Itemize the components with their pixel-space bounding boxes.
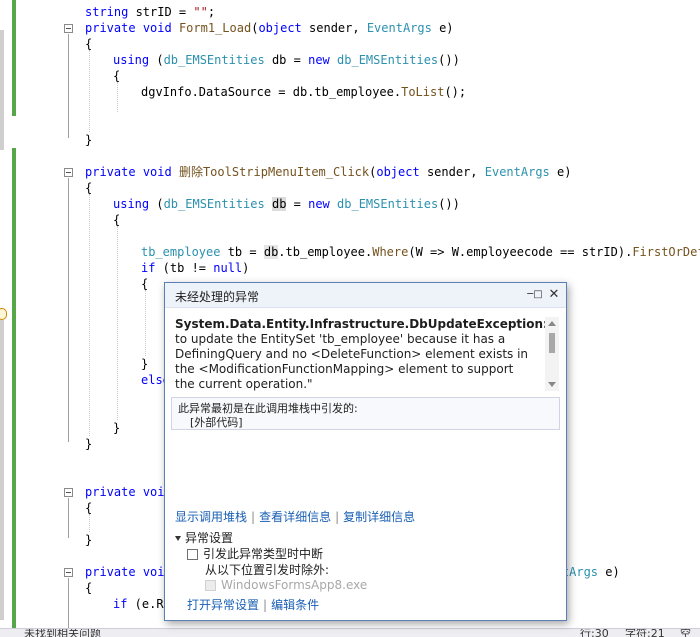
code-line[interactable]: private void 删除ToolStripMenuItem_Click(o…: [85, 164, 571, 180]
scroll-marker: [0, 320, 4, 620]
settings-links: 打开异常设置 | 编辑条件: [187, 598, 320, 612]
code-line[interactable]: using (db_EMSEntities db = new db_EMSEnt…: [113, 52, 460, 68]
indent-guide: [145, 290, 146, 356]
break-when-thrown-option[interactable]: 引发此异常类型时中断: [187, 545, 323, 562]
dialog-title-bar[interactable]: 未经处理的异常 ─□ ✕: [165, 283, 566, 308]
code-line[interactable]: {: [141, 276, 148, 292]
change-indicator: [12, 0, 16, 116]
app-exclusion-label: WindowsFormsApp8.exe: [221, 578, 368, 592]
fold-line: [68, 34, 69, 138]
app-exclusion-option: WindowsFormsApp8.exe: [205, 578, 367, 592]
exception-settings-label: 异常设置: [185, 531, 234, 545]
call-stack-item[interactable]: [外部代码]: [190, 414, 243, 430]
code-line[interactable]: tb_employee tb = db.tb_employee.Where(W …: [141, 244, 700, 260]
collapse-triangle-icon[interactable]: [175, 536, 181, 541]
edit-conditions-link[interactable]: 编辑条件: [271, 598, 319, 612]
code-line[interactable]: {: [85, 180, 92, 196]
pin-icon[interactable]: ─□: [526, 286, 544, 304]
except-when-from-label: 从以下位置引发时除外:: [205, 563, 330, 577]
show-call-stack-link[interactable]: 显示调用堆栈: [175, 510, 247, 524]
exception-message-box[interactable]: System.Data.Entity.Infrastructure.DbUpda…: [175, 317, 559, 391]
code-line[interactable]: dgvInfo.DataSource = db.tb_employee.ToLi…: [141, 84, 466, 100]
dialog-title: 未经处理的异常: [175, 290, 260, 304]
code-line[interactable]: {: [85, 580, 92, 596]
app-exclusion-checkbox: [205, 580, 216, 591]
collapse-icon[interactable]: [64, 168, 73, 177]
indent-guide: [117, 226, 118, 420]
indent-guide: [117, 82, 118, 112]
scroll-thumb[interactable]: [549, 333, 555, 353]
fold-line: [68, 578, 69, 628]
code-line[interactable]: }: [141, 356, 148, 372]
exception-message: System.Data.Entity.Infrastructure.DbUpda…: [175, 317, 559, 391]
code-line[interactable]: if (tb != null): [141, 260, 249, 276]
breakpoint-icon[interactable]: [0, 308, 7, 320]
code-line[interactable]: {: [113, 212, 120, 228]
code-line[interactable]: private void Form1_Load(object sender, E…: [85, 20, 454, 36]
open-exception-settings-link[interactable]: 打开异常设置: [187, 598, 259, 612]
scroll-up-icon[interactable]: [548, 321, 556, 326]
code-line[interactable]: }: [85, 532, 92, 548]
code-line[interactable]: }: [85, 132, 92, 148]
collapse-icon[interactable]: [64, 24, 73, 33]
indent-guide: [89, 50, 90, 132]
exception-dialog: 未经处理的异常 ─□ ✕ System.Data.Entity.Infrastr…: [164, 282, 567, 621]
code-line[interactable]: {: [85, 500, 92, 516]
code-line[interactable]: }: [85, 436, 92, 452]
code-line[interactable]: string strID = "";: [85, 4, 215, 20]
change-indicator: [12, 148, 16, 628]
break-when-thrown-label: 引发此异常类型时中断: [203, 547, 324, 561]
view-details-link[interactable]: 查看详细信息: [259, 510, 331, 524]
exception-type: System.Data.Entity.Infrastructure.DbUpda…: [175, 317, 548, 331]
exception-settings-header[interactable]: 异常设置: [175, 529, 233, 546]
break-when-thrown-checkbox[interactable]: [187, 549, 198, 560]
indent-guide: [89, 514, 90, 532]
fold-line: [68, 178, 69, 442]
collapse-icon[interactable]: [64, 488, 73, 497]
dialog-links: 显示调用堆栈 | 查看详细信息 | 复制详细信息: [175, 510, 416, 524]
fold-line: [68, 498, 69, 538]
close-icon[interactable]: ✕: [545, 286, 563, 304]
indent-guide: [89, 194, 90, 436]
message-scrollbar[interactable]: [545, 317, 559, 391]
collapse-icon[interactable]: [64, 568, 73, 577]
scroll-marker: [0, 30, 4, 150]
copy-details-link[interactable]: 复制详细信息: [343, 510, 415, 524]
code-line[interactable]: using (db_EMSEntities db = new db_EMSEnt…: [113, 196, 460, 212]
code-line[interactable]: }: [113, 420, 120, 436]
call-stack-box: 此异常最初是在此调用堆栈中引发的: [外部代码]: [171, 397, 560, 430]
code-line[interactable]: {: [113, 68, 120, 84]
code-line[interactable]: {: [85, 36, 92, 52]
scroll-down-icon[interactable]: [548, 382, 556, 387]
